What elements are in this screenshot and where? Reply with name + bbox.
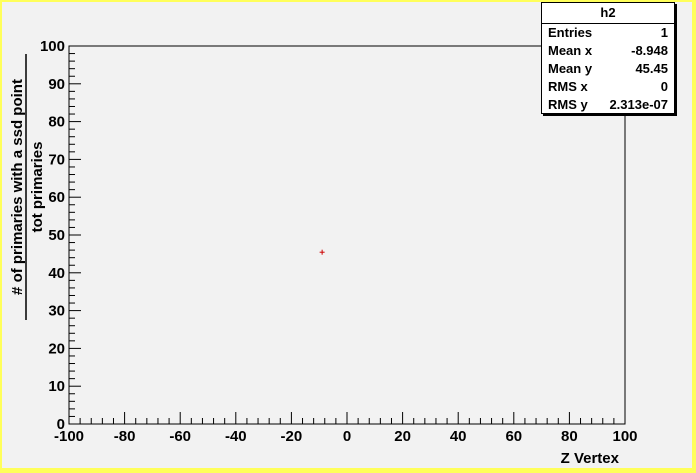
stats-label: RMS y	[548, 97, 588, 112]
y-tick-label: 30	[48, 303, 65, 320]
x-tick-label: 60	[505, 428, 522, 445]
x-tick-label: 40	[450, 428, 467, 445]
y-tick-label: 90	[48, 76, 65, 93]
x-axis-label: Z Vertex	[561, 450, 620, 467]
stats-value: 2.313e-07	[609, 97, 668, 112]
x-tick-label: -60	[169, 428, 191, 445]
x-tick-label: -20	[281, 428, 303, 445]
stats-row-mean-y: Mean y 45.45	[542, 60, 674, 78]
stats-label: Entries	[548, 25, 593, 40]
y-tick-label: 100	[40, 38, 65, 55]
stats-box: h2 Entries 1 Mean x -8.948 Mean y 45.45 …	[541, 2, 675, 114]
stats-label: Mean y	[548, 61, 593, 76]
y-axis-label-denominator: tot primaries	[29, 142, 46, 233]
stats-row-rms-x: RMS x 0	[542, 78, 674, 96]
stats-row-entries: Entries 1	[542, 24, 674, 42]
x-tick-label: 20	[394, 428, 411, 445]
stats-label: Mean x	[548, 43, 593, 58]
y-tick-label: 0	[57, 416, 65, 433]
y-tick-label: 10	[48, 378, 65, 395]
stats-title: h2	[542, 3, 674, 24]
y-axis-label-numerator: # of primaries with a ssd point	[9, 79, 26, 295]
stats-value: 45.45	[635, 61, 668, 76]
x-tick-label: -80	[114, 428, 136, 445]
x-tick-label: 100	[612, 428, 637, 445]
y-tick-label: 20	[48, 340, 65, 357]
x-tick-label: 0	[343, 428, 351, 445]
stats-value: -8.948	[631, 43, 668, 58]
y-tick-label: 40	[48, 265, 65, 282]
y-tick-label: 80	[48, 114, 65, 131]
x-tick-label: 80	[561, 428, 578, 445]
stats-value: 0	[660, 79, 668, 94]
x-tick-label: -40	[225, 428, 247, 445]
stats-row-rms-y: RMS y 2.313e-07	[542, 96, 674, 114]
stats-value: 1	[660, 25, 668, 40]
y-tick-label: 70	[48, 151, 65, 168]
stats-label: RMS x	[548, 79, 588, 94]
stats-row-mean-x: Mean x -8.948	[542, 42, 674, 60]
y-tick-label: 50	[48, 227, 65, 244]
data-point	[319, 249, 325, 255]
y-tick-label: 60	[48, 189, 65, 206]
